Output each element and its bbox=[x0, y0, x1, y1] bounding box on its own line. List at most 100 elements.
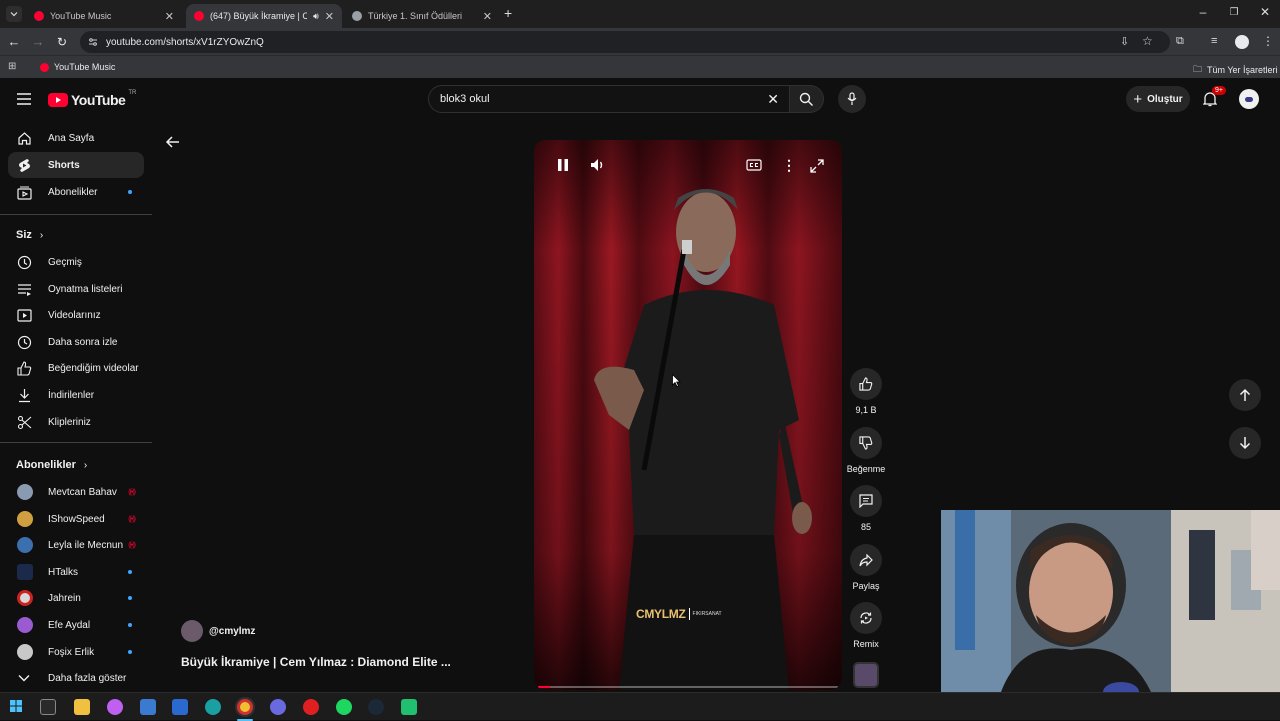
address-bar[interactable]: youtube.com/shorts/xV1rZYOwZnQ bbox=[80, 31, 1170, 53]
fullscreen-icon bbox=[810, 159, 824, 173]
close-tab-icon[interactable]: ✕ bbox=[325, 10, 334, 23]
progress-bar[interactable] bbox=[538, 686, 838, 688]
close-window-button[interactable]: ✕ bbox=[1255, 5, 1275, 19]
bookmark-youtube-music[interactable]: YouTube Music bbox=[40, 62, 115, 72]
like-button[interactable]: 9,1 B bbox=[850, 368, 882, 415]
task-view-icon[interactable] bbox=[40, 699, 56, 715]
file-explorer-icon[interactable] bbox=[74, 699, 90, 715]
notifications-button[interactable]: 9+ bbox=[1202, 86, 1226, 110]
profile-avatar[interactable] bbox=[1235, 35, 1249, 49]
minimize-button[interactable]: – bbox=[1193, 5, 1213, 19]
opera-icon[interactable] bbox=[303, 699, 319, 715]
hamburger-menu-icon[interactable] bbox=[16, 92, 32, 109]
windows-start-icon[interactable] bbox=[10, 700, 22, 715]
sidebar-item-your-videos[interactable]: Videolarınız bbox=[8, 302, 144, 328]
sound-thumbnail[interactable] bbox=[853, 662, 879, 688]
all-bookmarks-label: Tüm Yer İşaretleri bbox=[1207, 65, 1278, 75]
sidebar-sub-channel[interactable]: Jahrein bbox=[8, 585, 144, 611]
remix-button[interactable]: Remix bbox=[850, 602, 882, 649]
sidebar-item-history[interactable]: Geçmiş bbox=[8, 249, 144, 275]
sidebar-sub-channel[interactable]: IShowSpeed ((•)) bbox=[8, 506, 144, 532]
restore-button[interactable]: ❐ bbox=[1224, 7, 1244, 18]
sidebar-item-clips[interactable]: Klipleriniz bbox=[8, 409, 144, 435]
new-tab-button[interactable]: + bbox=[504, 5, 512, 21]
search-button[interactable] bbox=[790, 85, 824, 113]
previous-short-button[interactable] bbox=[1229, 379, 1261, 411]
sidebar-sub-channel[interactable]: Leyla ile Mecnun ((•)) bbox=[8, 532, 144, 558]
sidebar-sub-channel[interactable]: HTalks bbox=[8, 559, 144, 585]
back-arrow-button[interactable] bbox=[165, 134, 181, 153]
dislike-circle bbox=[850, 427, 882, 459]
short-channel[interactable]: @cmylmz bbox=[181, 620, 255, 642]
tab-title: Türkiye 1. Sınıf Ödülleri bbox=[368, 11, 463, 21]
close-tab-icon[interactable]: ✕ bbox=[483, 10, 492, 23]
share-button[interactable]: Paylaş bbox=[846, 544, 886, 591]
chevron-right-icon: › bbox=[83, 459, 88, 471]
extensions-icon[interactable]: ⧉ bbox=[1176, 35, 1184, 48]
close-tab-icon[interactable]: ✕ bbox=[165, 10, 174, 23]
channel-name: Mevtcan Bahav bbox=[48, 486, 117, 498]
short-title[interactable]: Büyük İkramiye | Cem Yılmaz : Diamond El… bbox=[181, 655, 451, 669]
browser-menu-icon[interactable]: ⋮ bbox=[1262, 34, 1274, 48]
sidebar-you-heading[interactable]: Siz › bbox=[16, 229, 43, 241]
account-avatar[interactable] bbox=[1239, 89, 1259, 109]
sidebar-item-shorts[interactable]: Shorts bbox=[8, 152, 144, 178]
app-icon[interactable] bbox=[401, 699, 417, 715]
mail-icon[interactable] bbox=[172, 699, 188, 715]
sidebar-item-playlists[interactable]: Oynatma listeleri bbox=[8, 276, 144, 302]
media-control-icon[interactable]: ≡ bbox=[1211, 35, 1217, 47]
like-circle bbox=[850, 368, 882, 400]
sidebar-sub-channel[interactable]: Efe Aydal bbox=[8, 612, 144, 638]
youtube-logo[interactable]: YouTube TR bbox=[48, 90, 137, 108]
discord-icon[interactable] bbox=[270, 699, 286, 715]
tab-turkiye[interactable]: Türkiye 1. Sınıf Ödülleri ✕ bbox=[344, 4, 500, 28]
live-indicator-icon: ((•)) bbox=[128, 541, 136, 549]
back-button[interactable]: ← bbox=[6, 34, 22, 50]
next-short-button[interactable] bbox=[1229, 427, 1261, 459]
site-info-icon[interactable] bbox=[88, 37, 98, 47]
chrome-icon[interactable] bbox=[237, 699, 253, 715]
copilot-icon[interactable] bbox=[107, 699, 123, 715]
sidebar-sub-channel[interactable]: Foşix Erlik bbox=[8, 639, 144, 665]
pause-button[interactable] bbox=[556, 158, 570, 175]
sidebar-item-watch-later[interactable]: Daha sonra izle bbox=[8, 329, 144, 355]
more-options-icon[interactable]: ⋮ bbox=[782, 157, 796, 174]
reload-button[interactable]: ↻ bbox=[54, 34, 70, 50]
bookmark-star-icon[interactable]: ☆ bbox=[1142, 34, 1153, 48]
thumbs-down-icon bbox=[859, 436, 873, 450]
channel-avatar bbox=[17, 564, 33, 580]
sidebar-item-subscriptions[interactable]: Abonelikler bbox=[8, 179, 144, 205]
captions-button[interactable] bbox=[746, 159, 762, 174]
tab-youtube-music[interactable]: YouTube Music ✕ bbox=[26, 4, 182, 28]
speaker-icon[interactable]: 🔊︎ bbox=[313, 11, 319, 22]
sidebar-sub-channel[interactable]: Mevtcan Bahav ((•)) bbox=[8, 479, 144, 505]
voice-search-button[interactable] bbox=[838, 85, 866, 113]
channel-name: Foşix Erlik bbox=[48, 646, 95, 658]
apps-grid-icon[interactable]: ⊞ bbox=[8, 61, 16, 72]
install-app-icon[interactable]: ⇩ bbox=[1120, 35, 1129, 48]
country-code: TR bbox=[128, 90, 137, 96]
thumbs-up-icon bbox=[859, 377, 873, 391]
sidebar-item-home[interactable]: Ana Sayfa bbox=[8, 125, 144, 151]
forward-button[interactable]: → bbox=[30, 34, 46, 50]
store-icon[interactable] bbox=[140, 699, 156, 715]
sidebar-item-liked-videos[interactable]: Beğendiğim videolar bbox=[8, 355, 144, 381]
sidebar-subscriptions-heading[interactable]: Abonelikler › bbox=[16, 459, 87, 471]
fullscreen-button[interactable] bbox=[810, 159, 824, 176]
edge-icon[interactable] bbox=[205, 699, 221, 715]
volume-button[interactable] bbox=[590, 158, 606, 175]
spotify-icon[interactable] bbox=[336, 699, 352, 715]
folder-icon: 🗀︎ bbox=[1193, 64, 1203, 74]
search-input[interactable]: blok3 okul ✕ bbox=[428, 85, 790, 113]
shorts-player[interactable]: ⋮ CMYLMZ FIKIRSANAT bbox=[534, 140, 842, 690]
create-button[interactable]: + Oluştur bbox=[1126, 86, 1190, 112]
comments-button[interactable]: 85 bbox=[850, 485, 882, 532]
dislike-button[interactable]: Beğenme bbox=[846, 427, 886, 474]
steam-icon[interactable] bbox=[368, 699, 384, 715]
sidebar-item-downloads[interactable]: İndirilenler bbox=[8, 382, 144, 408]
tab-search-button[interactable] bbox=[6, 6, 22, 22]
clear-search-icon[interactable]: ✕ bbox=[767, 86, 779, 112]
all-bookmarks-button[interactable]: 🗀︎ Tüm Yer İşaretleri bbox=[1193, 62, 1278, 78]
tab-active-short[interactable]: (647) Büyük İkramiye | Cem 🔊︎ ✕ bbox=[186, 4, 342, 28]
sidebar-show-more[interactable]: Daha fazla göster bbox=[8, 665, 144, 691]
